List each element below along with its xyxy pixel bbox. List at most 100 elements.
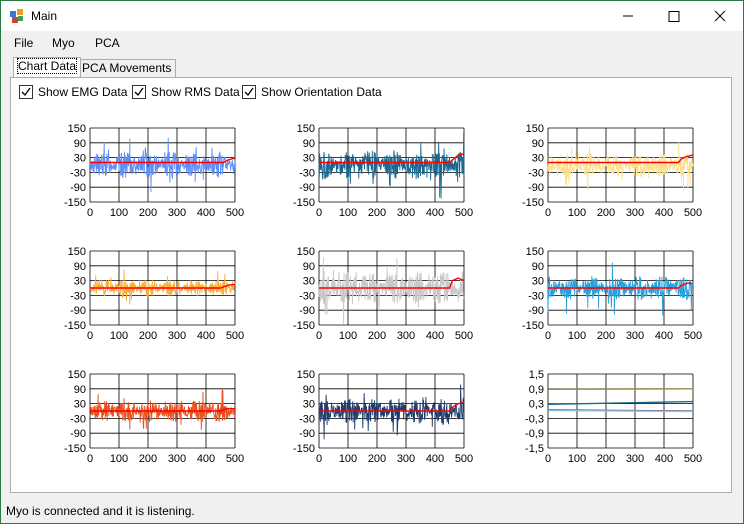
window-title: Main — [31, 9, 58, 23]
series-line — [89, 269, 236, 305]
title-bar[interactable]: Main — [1, 1, 743, 31]
x-tick-label: 200 — [368, 207, 386, 219]
chart-data-page: Show EMG Data Show RMS Data Show Orienta… — [10, 77, 732, 493]
series-line — [547, 142, 694, 192]
main-window: Main File Myo PCA Chart Data PCA Movemen… — [0, 0, 744, 524]
x-tick-label: 300 — [168, 453, 186, 465]
y-tick-label: 150 — [297, 246, 315, 258]
x-tick-label: 500 — [226, 453, 244, 465]
chart-3: 150 90 30 -30 -90 -1500 100 200 300 400 500 — [522, 123, 702, 219]
y-tick-label: 90 — [74, 138, 86, 150]
y-tick-label: -90 — [70, 305, 86, 317]
y-tick-label: 90 — [303, 138, 315, 150]
y-tick-label: -0,9 — [525, 428, 544, 440]
x-tick-label: 500 — [226, 207, 244, 219]
y-tick-label: -30 — [70, 290, 86, 302]
y-tick-label: -90 — [528, 182, 544, 194]
charts-grid: 1509030-30-90-1500 100 200 300 400 5001509030… — [64, 123, 702, 465]
y-tick-label: 90 — [303, 384, 315, 396]
x-tick-label: 0 — [545, 453, 551, 465]
x-tick-label: 300 — [168, 207, 186, 219]
x-tick-label: 400 — [655, 330, 673, 342]
series-line — [318, 384, 465, 440]
x-tick-label: 100 — [339, 330, 357, 342]
chart-7: 150 90 30 -30 -90 -1500 100 200 300 400 500 — [64, 369, 244, 465]
x-tick-label: 500 — [684, 453, 702, 465]
close-button[interactable] — [697, 1, 743, 31]
app-icon — [10, 9, 23, 23]
x-tick-label: 400 — [655, 207, 673, 219]
x-tick-label: 400 — [197, 453, 215, 465]
status-text: Myo is connected and it is listening. — [6, 504, 195, 518]
series-line — [89, 137, 236, 193]
y-tick-label: -30 — [70, 413, 86, 425]
close-icon — [714, 10, 726, 22]
tab-pca-movements[interactable]: PCA Movements — [77, 59, 177, 77]
x-tick-label: 500 — [455, 453, 473, 465]
x-tick-label: 300 — [397, 330, 415, 342]
y-tick-label: 1,5 — [529, 369, 544, 381]
y-tick-label: -0,3 — [525, 413, 544, 425]
y-tick-label: -90 — [70, 428, 86, 440]
y-tick-label: 30 — [74, 153, 86, 165]
tab-chart-data[interactable]: Chart Data — [13, 57, 82, 77]
y-tick-label: 90 — [74, 261, 86, 273]
menu-pca[interactable]: PCA — [95, 36, 120, 50]
y-tick-label: -90 — [299, 182, 315, 194]
y-tick-label: -30 — [528, 167, 544, 179]
y-tick-label: 150 — [68, 369, 86, 381]
chart-2: 150 90 30 -30 -90 -1500 100 200 300 400 500 — [293, 123, 473, 219]
y-tick-label: -90 — [528, 305, 544, 317]
x-tick-label: 100 — [568, 453, 586, 465]
chart-1: 150 90 30 -30 -90 -1500 100 200 300 400 500 — [64, 123, 244, 219]
y-tick-label: -150 — [64, 320, 86, 332]
maximize-button[interactable] — [651, 1, 697, 31]
x-tick-label: 500 — [684, 330, 702, 342]
x-tick-label: 400 — [426, 207, 444, 219]
y-tick-label: -30 — [299, 413, 315, 425]
y-tick-label: 30 — [303, 276, 315, 288]
x-tick-label: 500 — [684, 207, 702, 219]
x-tick-label: 400 — [426, 330, 444, 342]
y-tick-label: 150 — [68, 123, 86, 135]
y-tick-label: 90 — [303, 261, 315, 273]
x-tick-label: 300 — [397, 453, 415, 465]
menu-file[interactable]: File — [14, 36, 33, 50]
y-tick-label: -150 — [64, 197, 86, 209]
y-tick-label: 30 — [532, 153, 544, 165]
x-tick-label: 300 — [626, 207, 644, 219]
minimize-icon — [623, 15, 633, 17]
y-tick-label: 30 — [532, 276, 544, 288]
y-tick-label: 0,3 — [529, 399, 544, 411]
series-line — [547, 388, 694, 390]
chart-5: 150 90 30 -30 -90 -1500 100 200 300 400 500 — [293, 246, 473, 342]
x-tick-label: 100 — [339, 207, 357, 219]
y-tick-label: 90 — [74, 384, 86, 396]
y-tick-label: 150 — [526, 246, 544, 258]
x-tick-label: 400 — [197, 207, 215, 219]
x-tick-label: 500 — [455, 330, 473, 342]
y-tick-label: -1,5 — [525, 443, 544, 455]
y-tick-label: 30 — [74, 399, 86, 411]
status-bar: Myo is connected and it is listening. — [1, 501, 743, 523]
x-tick-label: 0 — [87, 207, 93, 219]
x-tick-label: 500 — [226, 330, 244, 342]
x-tick-label: 100 — [110, 453, 128, 465]
y-tick-label: 150 — [297, 369, 315, 381]
x-tick-label: 300 — [626, 453, 644, 465]
y-tick-label: 30 — [74, 276, 86, 288]
series-line — [89, 389, 236, 431]
x-tick-label: 200 — [597, 453, 615, 465]
y-tick-label: -150 — [522, 197, 544, 209]
y-tick-label: -90 — [70, 182, 86, 194]
menu-bar: File Myo PCA — [1, 31, 743, 55]
x-tick-label: 200 — [368, 330, 386, 342]
minimize-button[interactable] — [605, 1, 651, 31]
x-tick-label: 100 — [568, 207, 586, 219]
chart-9: 1,5 0,9 0,3 -0,3 -0,9 -1,50 100 200 300 400 500 — [525, 369, 702, 465]
x-tick-label: 0 — [545, 330, 551, 342]
y-tick-label: 150 — [297, 123, 315, 135]
series-line — [318, 257, 465, 324]
y-tick-label: -150 — [64, 443, 86, 455]
menu-myo[interactable]: Myo — [52, 36, 75, 50]
